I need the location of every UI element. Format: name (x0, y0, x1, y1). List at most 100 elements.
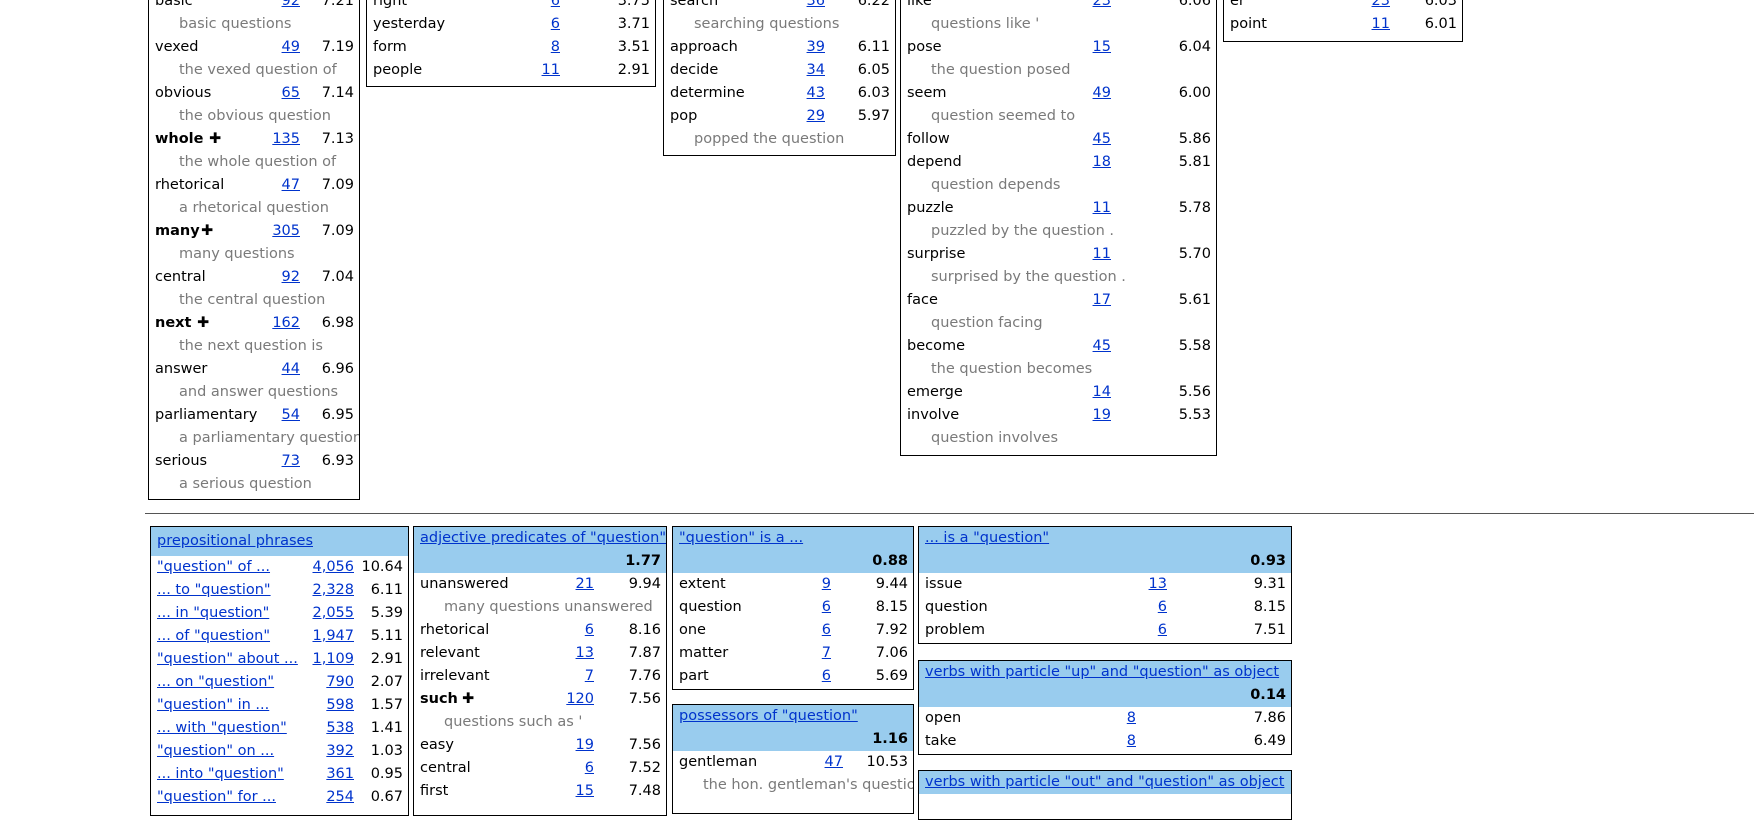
collocate-frequency-link[interactable]: 45 (1093, 128, 1111, 151)
collocate-frequency-link[interactable]: 6 (1158, 619, 1167, 642)
prep-phrase-score: 1.57 (370, 697, 403, 713)
collocate-frequency-link[interactable]: 23 (1372, 0, 1390, 13)
is-a-question-box: ... is a "question" 0.93 issue 13 9.31 ques… (918, 526, 1292, 644)
prep-phrase-frequency-link[interactable]: 254 (326, 786, 354, 809)
prep-phrase-link[interactable]: ... on "question" (157, 671, 274, 694)
collocate-word: obvious (155, 85, 212, 101)
collocate-frequency-link[interactable]: 7 (585, 665, 594, 688)
collocate-frequency-link[interactable]: 65 (282, 82, 300, 105)
prep-phrase-link[interactable]: "question" in ... (157, 694, 269, 717)
collocate-frequency-link[interactable]: 6 (822, 619, 831, 642)
collocate-frequency-link[interactable]: 6 (551, 13, 560, 36)
collocate-frequency-link[interactable]: 23 (1093, 0, 1111, 13)
prep-phrase-frequency-link[interactable]: 392 (326, 740, 354, 763)
collocate-frequency-link[interactable]: 6 (585, 619, 594, 642)
prep-phrase-frequency-link[interactable]: 1,109 (312, 648, 354, 671)
collocate-score: 10.53 (866, 754, 908, 770)
collocate-frequency-link[interactable]: 11 (542, 59, 560, 82)
prep-phrase-frequency-link[interactable]: 2,055 (312, 602, 354, 625)
particle-out-link[interactable]: verbs with particle "out" and "question"… (925, 774, 1284, 790)
collocate-frequency-link[interactable]: 8 (551, 36, 560, 59)
collocate-score: 8.16 (628, 622, 661, 638)
collocate-frequency-link[interactable]: 11 (1372, 13, 1390, 36)
prep-phrase-row: ... in "question" 2,055 5.39 (151, 602, 408, 625)
collocate-frequency-link[interactable]: 15 (576, 780, 594, 803)
collocate-word: rhetorical (155, 177, 225, 193)
prep-phrase-frequency-link[interactable]: 790 (326, 671, 354, 694)
collocate-frequency-link[interactable]: 49 (282, 36, 300, 59)
collocate-frequency-link[interactable]: 47 (282, 174, 300, 197)
prep-phrase-frequency-link[interactable]: 538 (326, 717, 354, 740)
collocate-frequency-link[interactable]: 34 (807, 59, 825, 82)
prep-phrase-link[interactable]: ... with "question" (157, 717, 287, 740)
collocate-frequency-link[interactable]: 19 (576, 734, 594, 757)
collocate-frequency-link[interactable]: 18 (1093, 151, 1111, 174)
collocate-frequency-link[interactable]: 17 (1093, 289, 1111, 312)
collocate-frequency-link[interactable]: 305 (272, 220, 300, 243)
prep-phrase-frequency-link[interactable]: 598 (326, 694, 354, 717)
collocate-frequency-link[interactable]: 29 (807, 105, 825, 128)
expand-plus-icon[interactable]: ✚ (197, 312, 209, 335)
collocate-frequency-link[interactable]: 135 (272, 128, 300, 151)
collocate-frequency-link[interactable]: 7 (822, 642, 831, 665)
prep-phrase-link[interactable]: ... into "question" (157, 763, 284, 786)
collocate-frequency-link[interactable]: 73 (282, 450, 300, 473)
collocate-frequency-link[interactable]: 6 (1158, 596, 1167, 619)
prepositional-phrases-link[interactable]: prepositional phrases (157, 533, 313, 549)
prep-phrase-link[interactable]: "question" of ... (157, 556, 270, 579)
collocate-frequency-link[interactable]: 162 (272, 312, 300, 335)
collocate-frequency-link[interactable]: 92 (282, 266, 300, 289)
adjective-predicates-link[interactable]: adjective predicates of "question" (420, 530, 666, 546)
collocate-frequency-link[interactable]: 11 (1093, 243, 1111, 266)
prep-phrase-link[interactable]: "question" about ... (157, 648, 298, 671)
expand-plus-icon[interactable]: ✚ (209, 128, 221, 151)
collocate-frequency-link[interactable]: 6 (822, 596, 831, 619)
collocate-frequency-link[interactable]: 9 (822, 573, 831, 596)
expand-plus-icon[interactable]: ✚ (201, 220, 213, 243)
collocate-frequency-link[interactable]: 36 (807, 0, 825, 13)
particle-up-link[interactable]: verbs with particle "up" and "question" … (925, 664, 1279, 680)
prep-phrase-link[interactable]: "question" on ... (157, 740, 274, 763)
collocate-score: 6.04 (1178, 39, 1211, 55)
collocate-example: the next question is (179, 338, 323, 354)
prep-phrase-row: "question" for ... 254 0.67 (151, 786, 408, 809)
question-is-a-link[interactable]: "question" is a ... (679, 530, 803, 546)
collocate-frequency-link[interactable]: 6 (822, 665, 831, 688)
collocate-frequency-link[interactable]: 47 (825, 751, 843, 774)
collocate-frequency-link[interactable]: 13 (1149, 573, 1167, 596)
prep-phrase-frequency-link[interactable]: 1,947 (312, 625, 354, 648)
collocate-score: 3.51 (617, 39, 650, 55)
collocate-word: pose (907, 39, 942, 55)
collocate-frequency-link[interactable]: 13 (576, 642, 594, 665)
collocate-frequency-link[interactable]: 92 (282, 0, 300, 13)
collocate-frequency-link[interactable]: 14 (1093, 381, 1111, 404)
collocate-example: a rhetorical question (179, 200, 329, 216)
collocate-frequency-link[interactable]: 6 (585, 757, 594, 780)
prep-phrase-link[interactable]: ... in "question" (157, 602, 269, 625)
collocate-frequency-link[interactable]: 39 (807, 36, 825, 59)
collocate-frequency-link[interactable]: 43 (807, 82, 825, 105)
collocate-row: one 6 7.92 (673, 619, 913, 642)
prep-phrase-link[interactable]: ... of "question" (157, 625, 270, 648)
collocate-frequency-link[interactable]: 45 (1093, 335, 1111, 358)
is-a-question-link[interactable]: ... is a "question" (925, 530, 1049, 546)
prep-phrase-frequency-link[interactable]: 2,328 (312, 579, 354, 602)
collocate-example: a serious question (179, 476, 312, 492)
prep-phrase-frequency-link[interactable]: 4,056 (312, 556, 354, 579)
collocate-frequency-link[interactable]: 19 (1093, 404, 1111, 427)
collocate-frequency-link[interactable]: 49 (1093, 82, 1111, 105)
collocate-frequency-link[interactable]: 8 (1127, 707, 1136, 730)
collocate-frequency-link[interactable]: 8 (1127, 730, 1136, 753)
collocate-frequency-link[interactable]: 44 (282, 358, 300, 381)
collocate-frequency-link[interactable]: 11 (1093, 197, 1111, 220)
collocate-frequency-link[interactable]: 54 (282, 404, 300, 427)
prep-phrase-frequency-link[interactable]: 361 (326, 763, 354, 786)
collocate-frequency-link[interactable]: 120 (566, 688, 594, 711)
collocate-frequency-link[interactable]: 6 (551, 0, 560, 13)
collocate-frequency-link[interactable]: 21 (576, 573, 594, 596)
prep-phrase-link[interactable]: ... to "question" (157, 579, 271, 602)
expand-plus-icon[interactable]: ✚ (462, 688, 474, 711)
prep-phrase-link[interactable]: "question" for ... (157, 786, 276, 809)
possessors-link[interactable]: possessors of "question" (679, 708, 858, 724)
collocate-frequency-link[interactable]: 15 (1093, 36, 1111, 59)
